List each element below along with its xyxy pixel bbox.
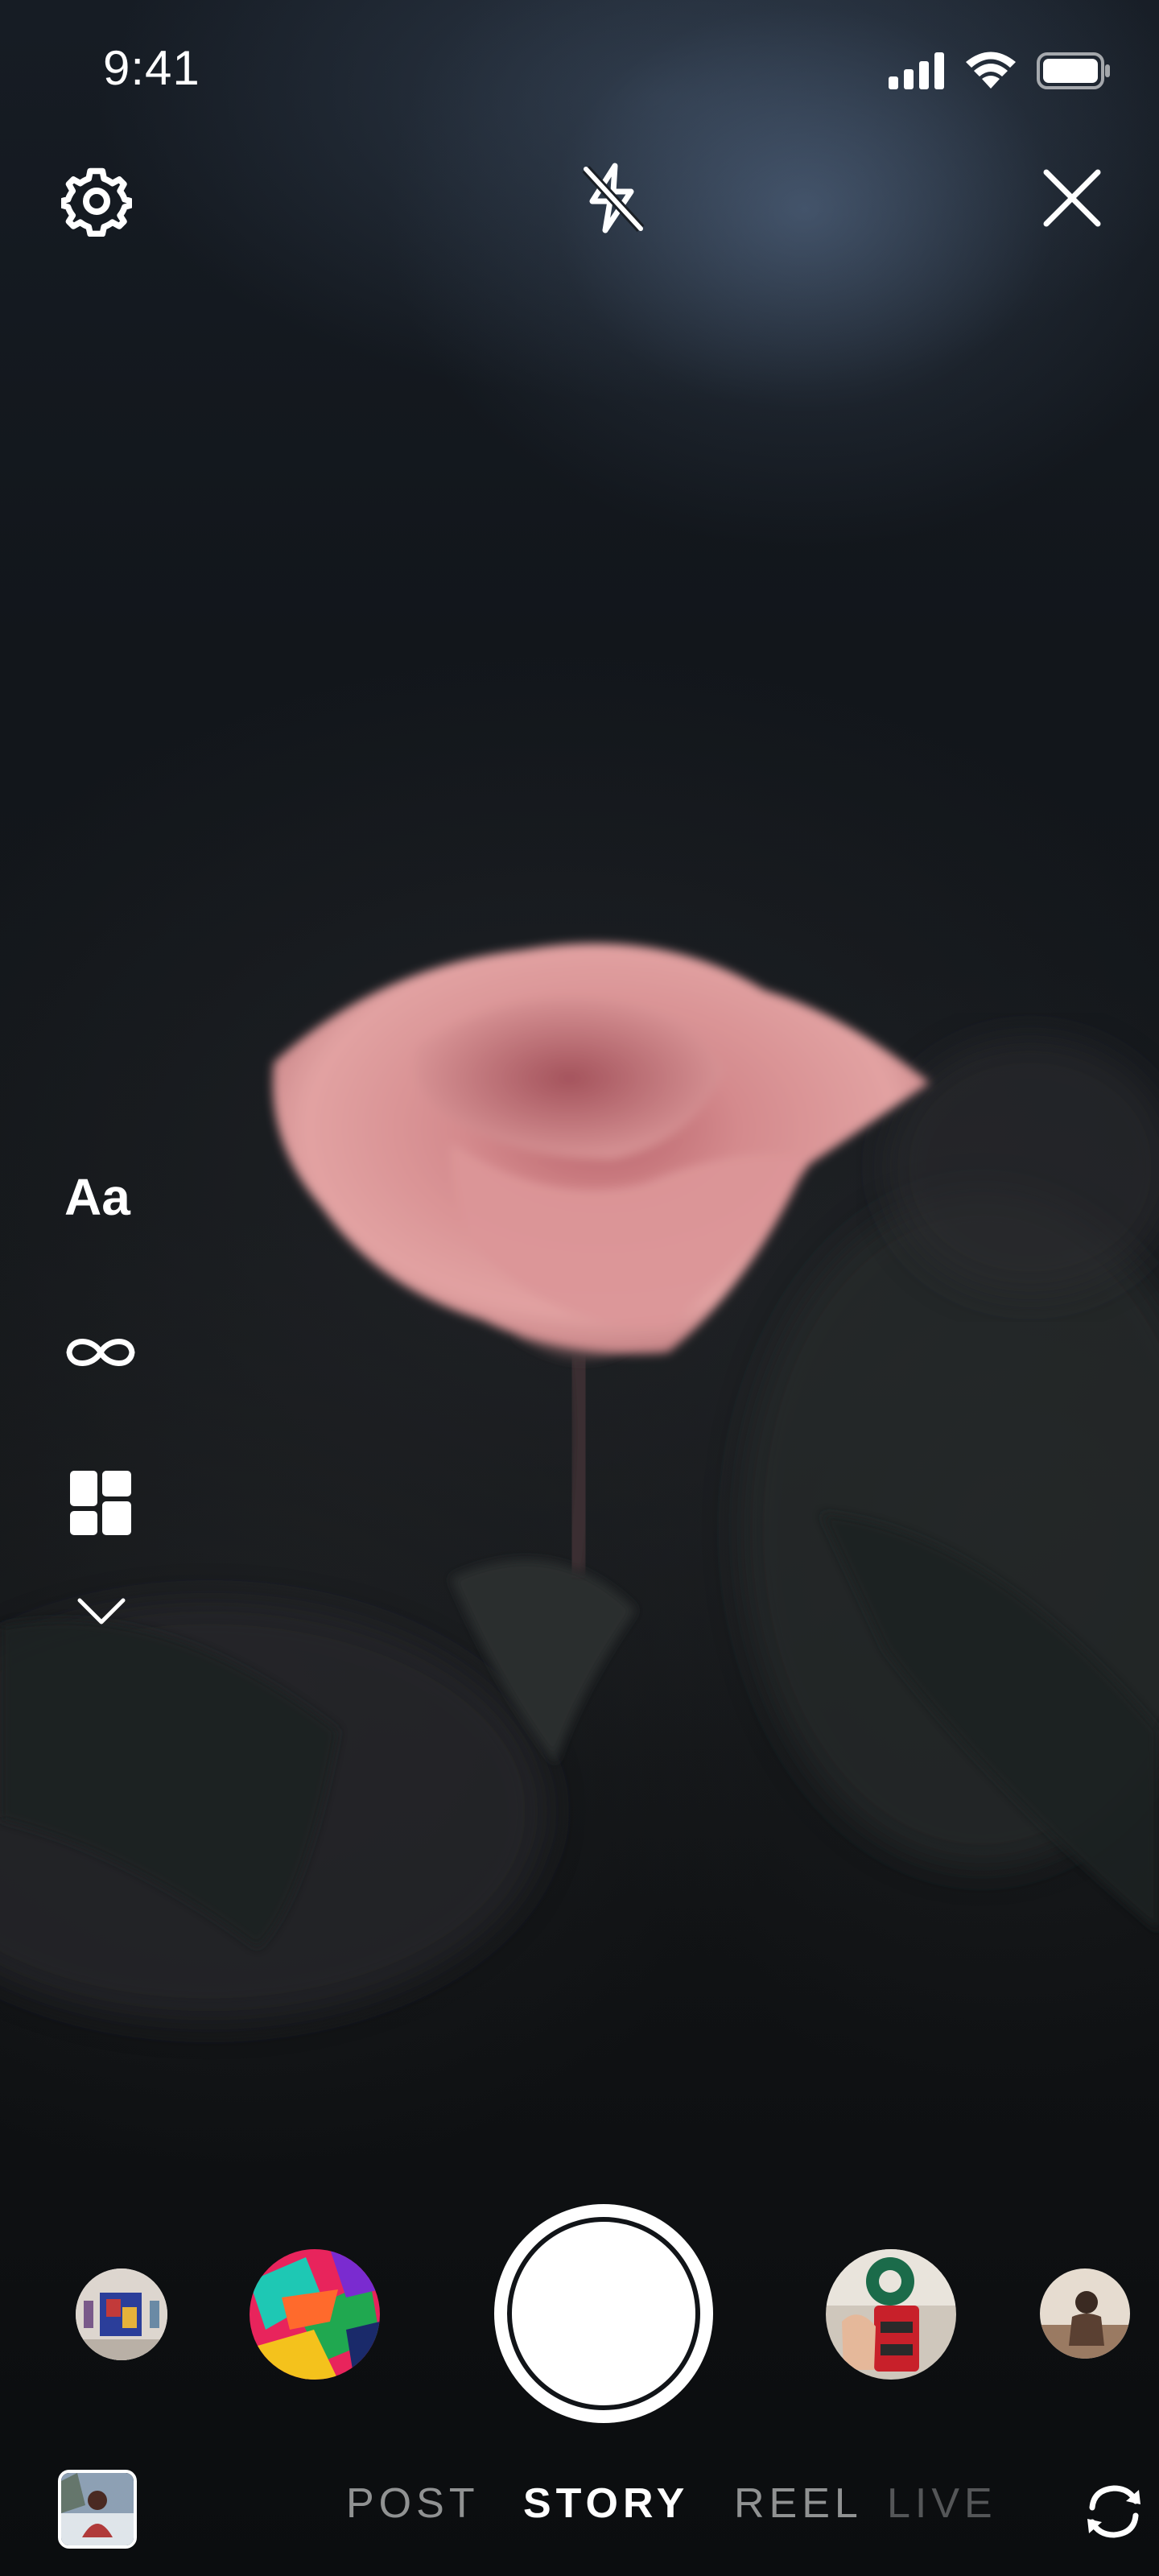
layout-button[interactable] xyxy=(64,1467,137,1539)
gear-icon xyxy=(61,167,132,237)
battery-icon xyxy=(1037,52,1110,89)
flash-off-icon xyxy=(582,163,645,233)
effect-starbucks-cup[interactable] xyxy=(826,2249,956,2380)
effect-starbucks-cup-image xyxy=(826,2249,956,2380)
mode-post[interactable]: POST xyxy=(346,2479,480,2528)
chevron-down-icon xyxy=(77,1598,126,1624)
signal-icon xyxy=(889,52,944,89)
boomerang-button[interactable] xyxy=(56,1320,145,1385)
flip-camera-icon xyxy=(1087,2485,1140,2538)
status-icons xyxy=(889,52,1111,90)
mode-selector: POST STORY REEL LIVE xyxy=(0,2479,1159,2544)
effect-person-sitting-image xyxy=(1040,2268,1130,2359)
effect-abstract-colors[interactable] xyxy=(250,2249,380,2380)
layout-grid-icon xyxy=(70,1471,131,1535)
shutter-inner-ring xyxy=(507,2217,700,2410)
mode-live[interactable]: LIVE xyxy=(887,2479,997,2528)
create-text-tool[interactable]: Aa xyxy=(64,1167,130,1227)
flash-button[interactable] xyxy=(571,158,652,238)
mode-story[interactable]: STORY xyxy=(523,2479,689,2528)
close-button[interactable] xyxy=(1032,158,1112,238)
effect-person-sitting[interactable] xyxy=(1040,2268,1130,2359)
camera-preview-photo xyxy=(0,943,1159,2021)
close-icon xyxy=(1043,169,1101,227)
camera-screen: 9:41 Aa POST STORY REEL LIVE xyxy=(0,0,1159,2576)
infinity-icon xyxy=(66,1339,135,1366)
status-time: 9:41 xyxy=(103,41,200,95)
effect-art-gallery[interactable] xyxy=(76,2268,167,2360)
flip-camera-button[interactable] xyxy=(1075,2473,1153,2550)
shutter-button[interactable] xyxy=(494,2204,713,2423)
more-tools-button[interactable] xyxy=(69,1587,134,1636)
effect-abstract-colors-image xyxy=(250,2249,380,2380)
settings-button[interactable] xyxy=(56,161,137,242)
mode-reel[interactable]: REEL xyxy=(734,2479,863,2528)
wifi-icon xyxy=(966,52,1016,89)
effect-art-gallery-image xyxy=(76,2268,167,2360)
